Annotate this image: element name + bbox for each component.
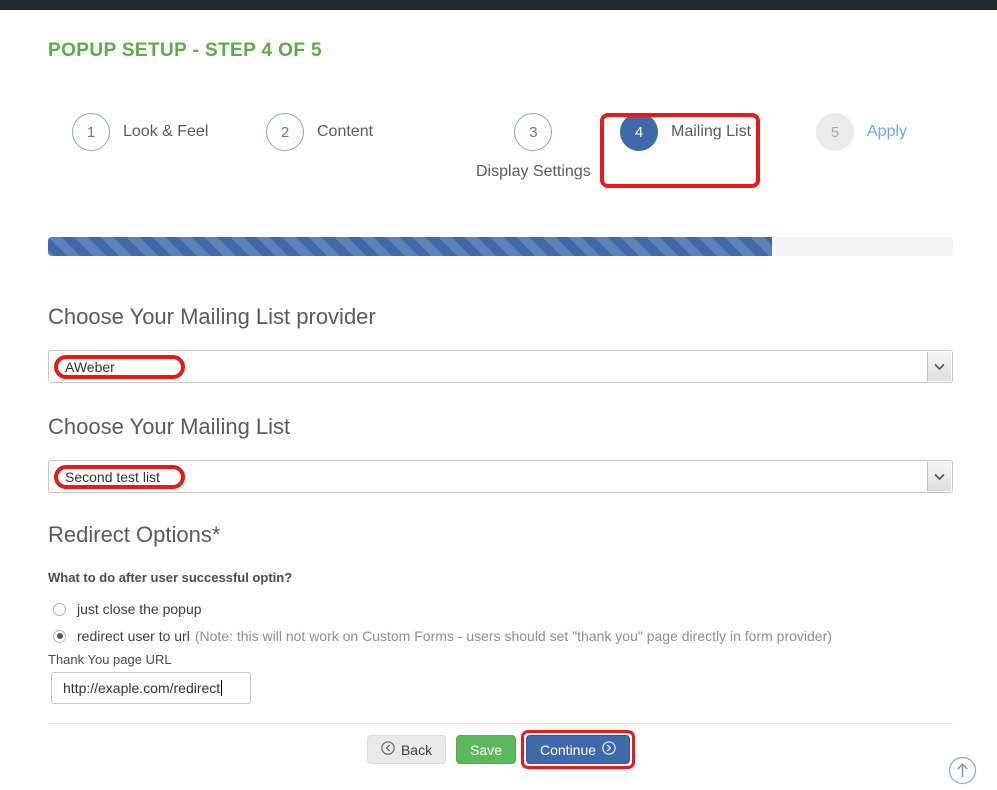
step-number-2: 2 [266,113,304,151]
thank-you-url-input[interactable]: http://exaple.com/redirect [51,672,251,704]
redirect-question-label: What to do after user successful optin? [48,570,293,585]
step-item-display-settings[interactable]: 3 Display Settings [476,113,591,181]
save-button[interactable]: Save [456,735,516,764]
step-number-5: 5 [816,113,854,151]
provider-selected-value: AWeber [65,358,115,375]
back-button[interactable]: Back [366,735,447,764]
step-number-3: 3 [514,113,553,151]
provider-heading: Choose Your Mailing List provider [48,304,376,329]
step-label-1: Look & Feel [123,123,209,140]
radio-option-redirect-url[interactable]: redirect user to url (Note: this will no… [53,628,832,644]
popup-setup-page: POPUP SETUP - STEP 4 OF 5 1 Look & Feel … [0,10,997,788]
mailing-list-heading: Choose Your Mailing List [48,414,291,439]
radio-option-just-close[interactable]: just close the popup [53,601,202,617]
step-indicator: 1 Look & Feel 2 Content 3 Display Settin… [48,113,953,208]
mailing-list-select-wrapper[interactable]: Second test list [48,460,953,493]
chevron-down-icon[interactable] [927,462,951,491]
provider-select-wrapper[interactable]: AWeber [48,350,953,383]
scroll-to-top-button[interactable] [948,756,977,785]
continue-button-label: Continue [540,741,597,758]
step-item-content[interactable]: 2 Content [266,113,373,151]
radio-label-redirect-url: redirect user to url [77,628,190,644]
step-item-mailing-list[interactable]: 4 Mailing List [620,113,751,151]
step-item-look-and-feel[interactable]: 1 Look & Feel [72,113,208,151]
arrow-up-circle-icon [948,756,977,785]
back-button-label: Back [400,741,433,758]
thank-you-url-value: http://exaple.com/redirect [63,680,221,696]
step-label-3: Display Settings [476,163,591,180]
section-divider [48,723,953,724]
step-label-5: Apply [867,123,908,140]
mailing-list-selected-value: Second test list [65,468,160,485]
continue-button-wrapper: Continue [521,730,636,769]
radio-note-redirect-url: (Note: this will not work on Custom Form… [194,628,832,644]
save-button-label: Save [470,741,502,758]
radio-label-just-close: just close the popup [77,601,202,617]
progress-bar [48,237,953,256]
wp-admin-bar [0,0,997,10]
chevron-down-icon[interactable] [927,352,951,381]
redirect-options-heading: Redirect Options* [48,522,221,547]
continue-button[interactable]: Continue [526,735,631,764]
radio-button-redirect-url[interactable] [53,629,66,643]
thank-you-url-label: Thank You page URL [48,652,172,667]
mailing-list-select[interactable]: Second test list [48,460,953,493]
action-button-bar: Back Save Continue [0,730,997,769]
arrow-left-circle-icon [381,741,395,758]
progress-bar-fill [48,237,772,256]
step-label-2: Content [317,123,374,140]
radio-button-just-close[interactable] [53,602,66,616]
step-item-apply[interactable]: 5 Apply [816,113,907,151]
step-number-1: 1 [72,113,110,151]
arrow-right-circle-icon [602,741,616,758]
step-label-4: Mailing List [671,123,752,140]
step-number-4: 4 [620,113,658,151]
text-caret [221,680,223,696]
provider-select[interactable]: AWeber [48,350,953,383]
page-title: POPUP SETUP - STEP 4 OF 5 [48,40,322,61]
